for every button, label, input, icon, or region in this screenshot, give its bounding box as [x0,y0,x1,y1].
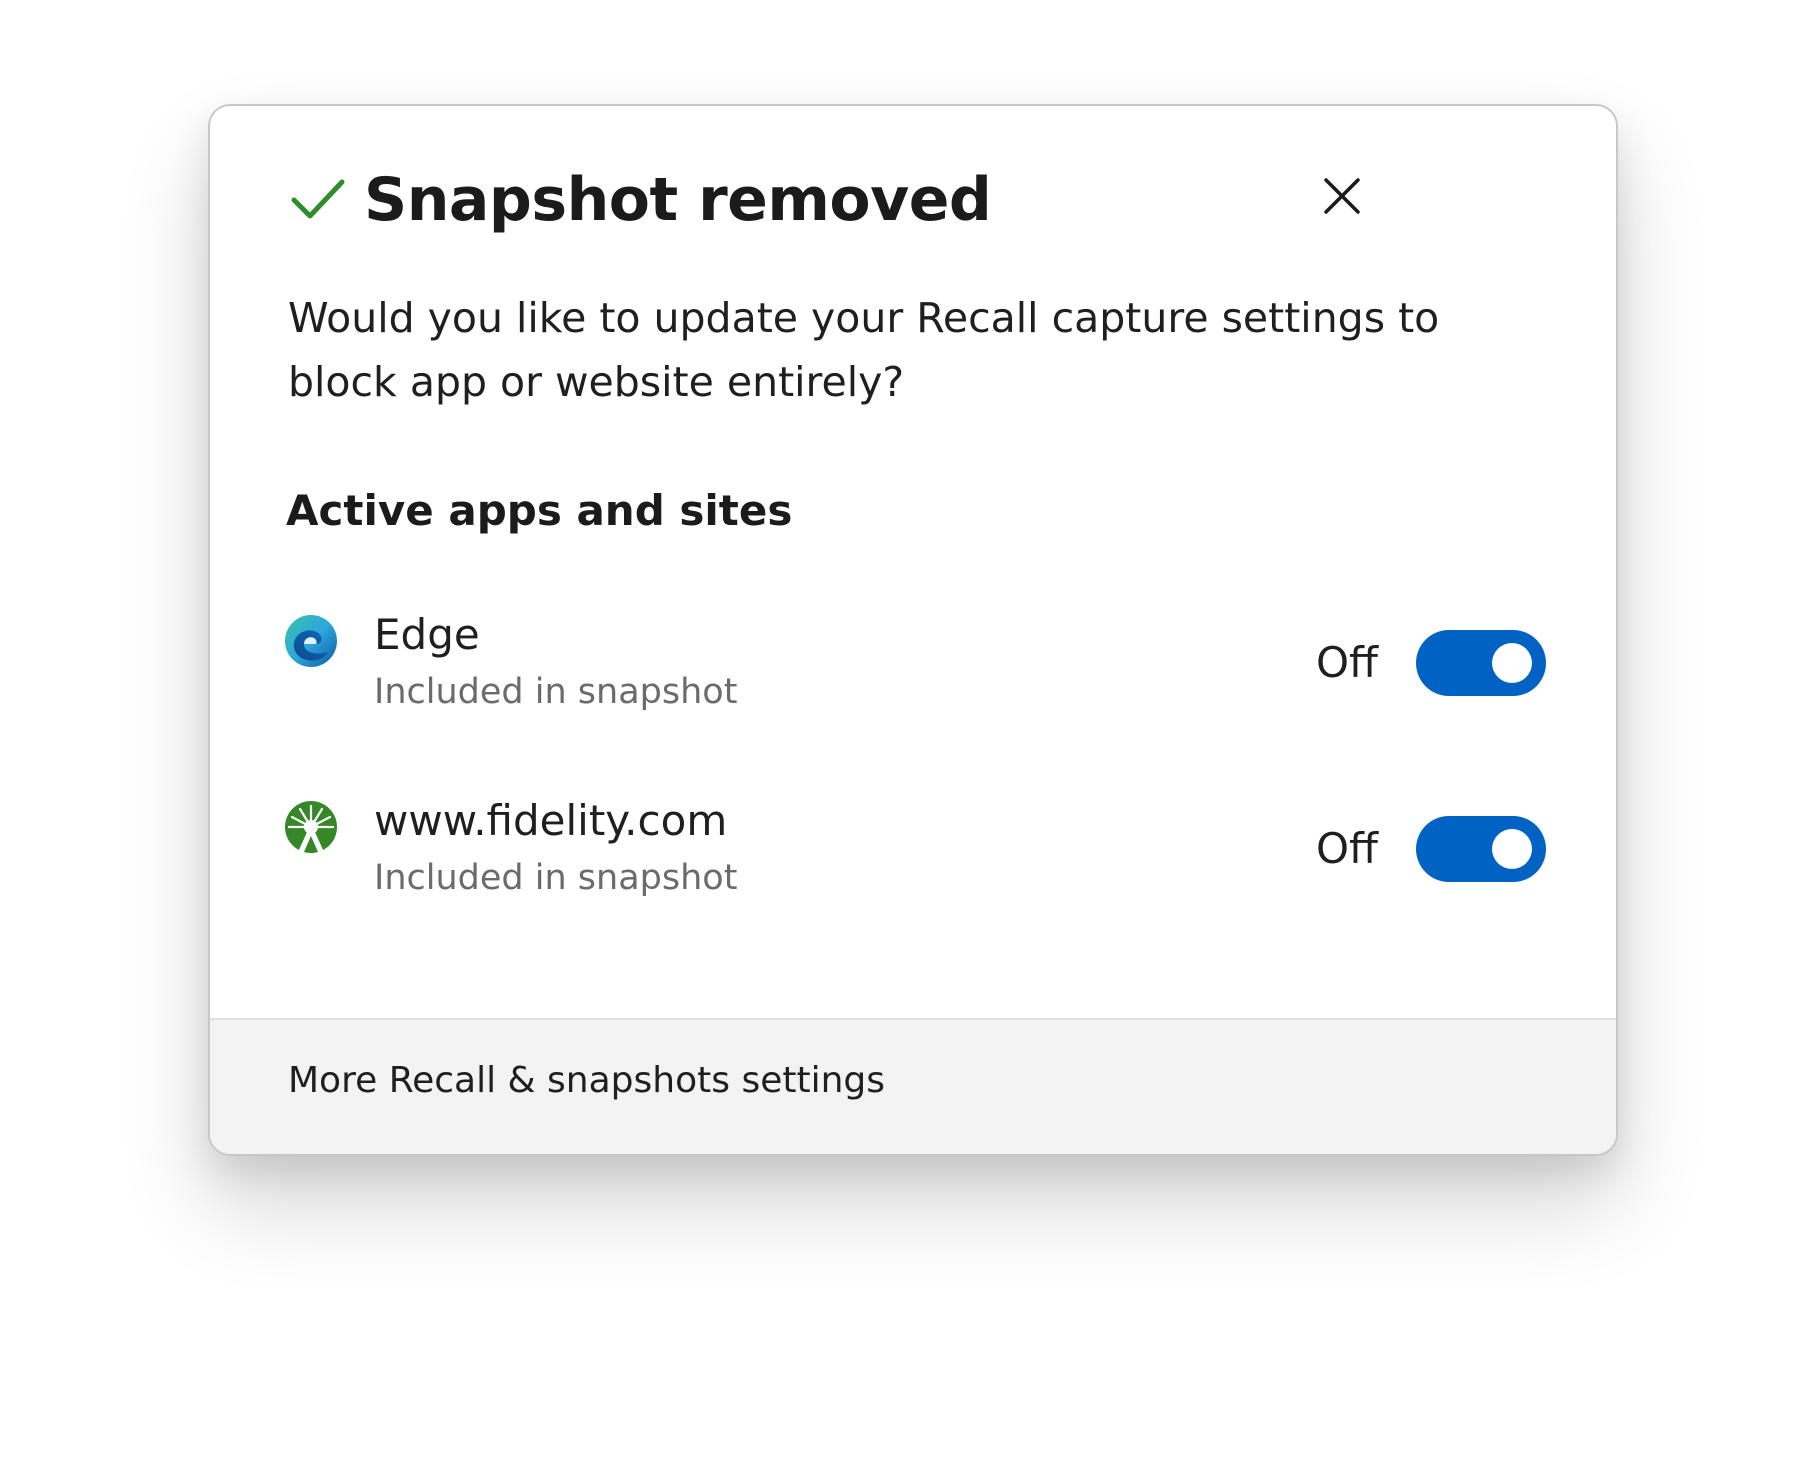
dialog-footer: More Recall & snapshots settings [210,1018,1616,1154]
app-status: Included in snapshot [374,672,738,712]
close-icon [1324,178,1360,214]
app-name: www.fidelity.com [374,796,728,845]
toggle-label: Off [1316,824,1378,873]
checkmark-icon [291,179,345,219]
toggle-knob [1492,643,1532,683]
app-name: Edge [374,610,480,659]
app-row-edge: Edge Included in snapshot Off [210,610,1616,730]
toggle-label: Off [1316,638,1378,687]
fidelity-icon [285,801,337,853]
fidelity-toggle-switch[interactable] [1416,816,1546,882]
app-row-fidelity: www.fidelity.com Included in snapshot Of… [210,796,1616,916]
snapshot-removed-dialog: Snapshot removed Would you like to updat… [208,104,1618,1156]
dialog-header: Snapshot removed [290,158,992,242]
section-heading: Active apps and sites [286,486,793,535]
close-button[interactable] [1316,170,1368,222]
dialog-title: Snapshot removed [364,165,992,235]
edge-toggle-switch[interactable] [1416,630,1546,696]
dialog-description: Would you like to update your Recall cap… [288,294,1440,406]
more-settings-link[interactable]: More Recall & snapshots settings [288,1060,885,1101]
toggle-knob [1492,829,1532,869]
app-status: Included in snapshot [374,858,738,898]
edge-icon [285,615,337,667]
